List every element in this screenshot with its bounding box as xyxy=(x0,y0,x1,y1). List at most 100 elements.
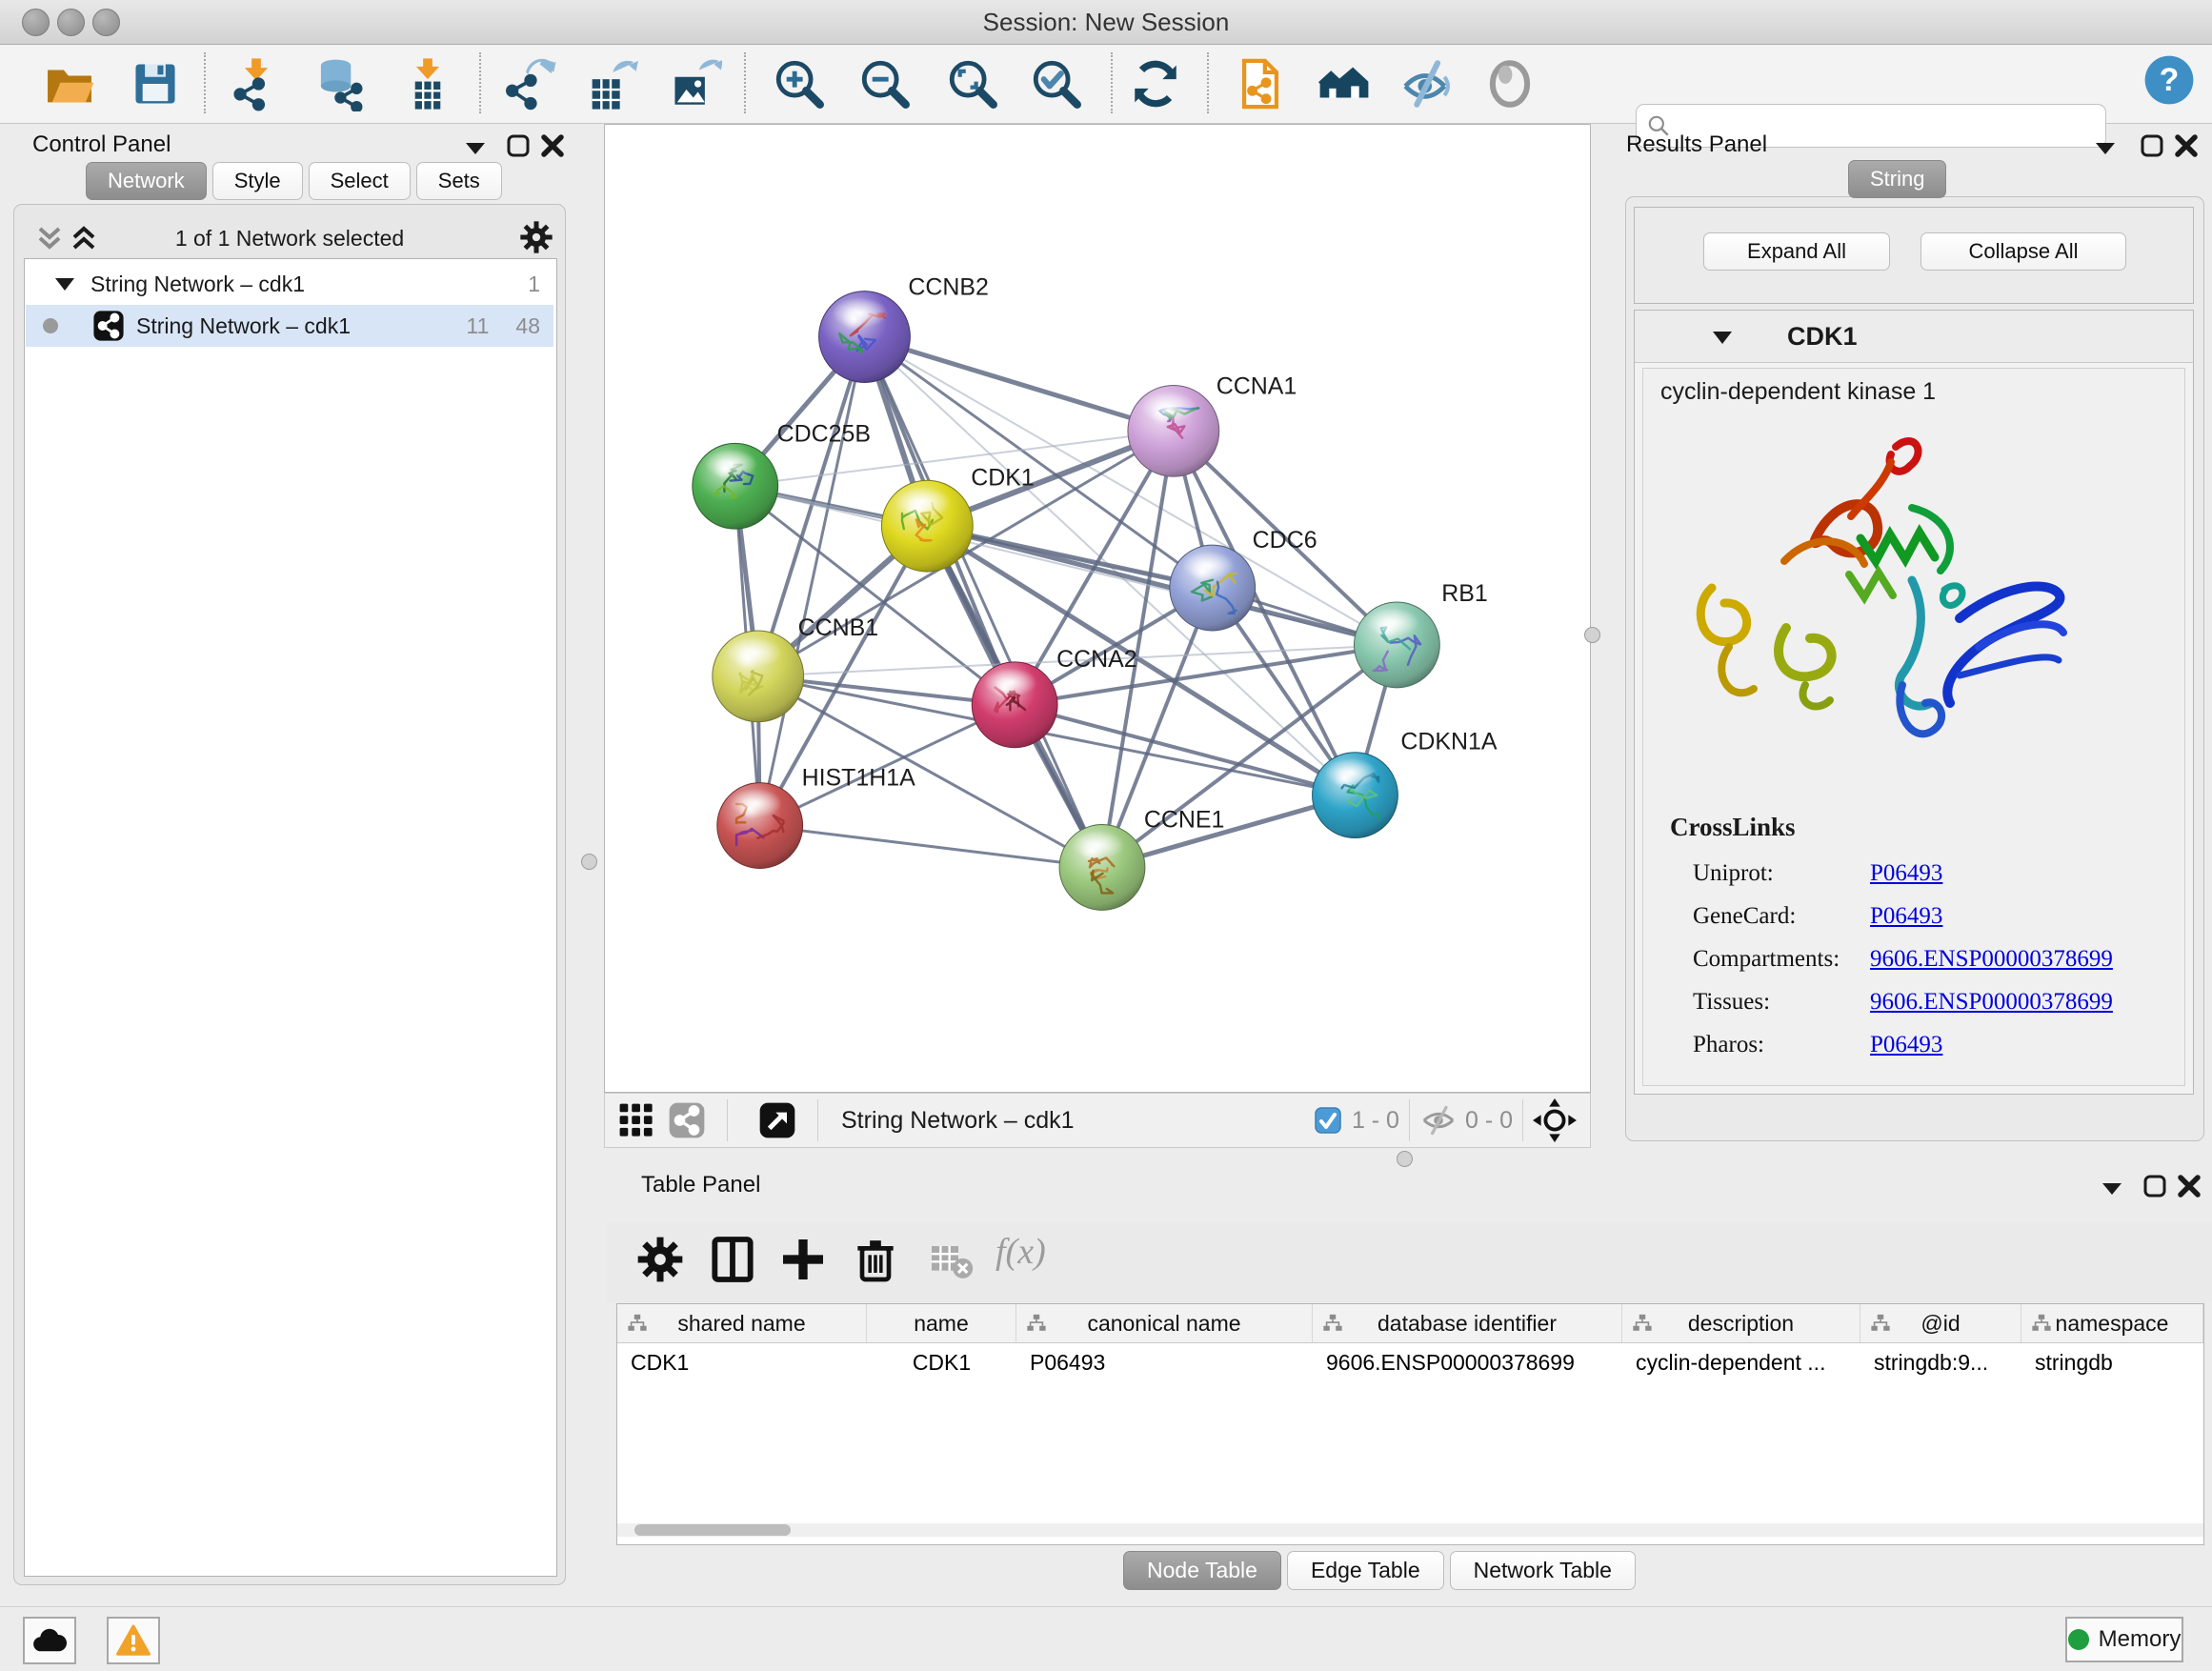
import-table-button[interactable] xyxy=(400,56,455,111)
grid-view-icon[interactable] xyxy=(618,1102,654,1138)
edge-HIST1H1A-CCNE1[interactable] xyxy=(760,826,1102,868)
tab-node-table[interactable]: Node Table xyxy=(1123,1551,1281,1590)
zoom-out-button[interactable] xyxy=(857,56,913,111)
scrollbar-thumb[interactable] xyxy=(634,1524,791,1536)
node-CCNB1[interactable] xyxy=(713,631,804,722)
memory-button[interactable]: Memory xyxy=(2065,1617,2183,1662)
open-in-string-button[interactable] xyxy=(1233,56,1288,111)
table-panel-float-icon[interactable] xyxy=(2142,1174,2167,1198)
export-image-button[interactable] xyxy=(667,56,722,111)
tree-expand-icon[interactable] xyxy=(54,276,75,292)
column-header-namespace[interactable]: namespace xyxy=(2021,1304,2203,1342)
table-h-scrollbar[interactable] xyxy=(617,1523,2203,1537)
column-header-canonical-name[interactable]: canonical name xyxy=(1016,1304,1313,1342)
table-cell-canonical-name[interactable]: P06493 xyxy=(1016,1342,1313,1382)
zoom-fit-button[interactable] xyxy=(945,56,1000,111)
table-panel-menu-icon[interactable] xyxy=(2101,1179,2123,1197)
column-header-name[interactable]: name xyxy=(867,1304,1016,1342)
help-button[interactable]: ? xyxy=(2142,52,2197,108)
table-cell-database-identifier[interactable]: 9606.ENSP00000378699 xyxy=(1313,1342,1622,1382)
node-CCNE1[interactable] xyxy=(1059,825,1145,911)
delete-column-button[interactable] xyxy=(849,1233,902,1286)
column-header-@id[interactable]: @id xyxy=(1860,1304,2021,1342)
node-CDK1[interactable] xyxy=(881,480,973,572)
crosslink-link[interactable]: P06493 xyxy=(1870,903,1942,930)
control-panel-menu-icon[interactable] xyxy=(464,139,487,156)
tab-string[interactable]: String xyxy=(1848,160,1946,198)
network-collection-row[interactable]: String Network – cdk1 1 xyxy=(26,263,553,305)
export-network-button[interactable] xyxy=(503,56,558,111)
warnings-button[interactable] xyxy=(107,1617,160,1664)
table-options-gear-button[interactable] xyxy=(633,1233,687,1286)
node-CCNA1[interactable] xyxy=(1128,385,1219,476)
column-header-database-identifier[interactable]: database identifier xyxy=(1313,1304,1622,1342)
node-CDC6[interactable] xyxy=(1170,545,1256,631)
edge-CCNB2-CCNA1[interactable] xyxy=(864,337,1173,432)
node-CCNB2[interactable] xyxy=(819,292,911,383)
tab-style[interactable]: Style xyxy=(212,162,303,200)
table-cell-description[interactable]: cyclin-dependent ... xyxy=(1622,1342,1860,1382)
bottom-splitter-handle[interactable] xyxy=(1397,1151,1413,1167)
table-cell-name[interactable]: CDK1 xyxy=(867,1342,1016,1382)
tab-select[interactable]: Select xyxy=(309,162,411,200)
save-session-button[interactable] xyxy=(128,56,183,111)
node-HIST1H1A[interactable] xyxy=(717,783,803,869)
open-view-icon[interactable] xyxy=(758,1101,796,1139)
node-CDC25B[interactable] xyxy=(693,443,778,529)
edge-CCNB2-HIST1H1A[interactable] xyxy=(760,337,865,826)
node-RB1[interactable] xyxy=(1354,602,1439,688)
control-panel-float-icon[interactable] xyxy=(506,133,531,158)
network-graph[interactable]: CCNB2CCNA1CDC25BCDK1CDC6RB1CCNB1CCNA2CDK… xyxy=(605,125,1590,1092)
tab-sets[interactable]: Sets xyxy=(416,162,502,200)
column-header-shared-name[interactable]: shared name xyxy=(617,1304,867,1342)
network-view-toolbar: String Network – cdk1 1 - 0 0 - 0 xyxy=(604,1093,1591,1148)
import-network-button[interactable] xyxy=(229,56,284,111)
gene-collapse-icon[interactable] xyxy=(1711,330,1734,347)
import-network-from-database-button[interactable] xyxy=(311,56,366,111)
results-panel-close-icon[interactable] xyxy=(2174,133,2199,158)
export-table-button[interactable] xyxy=(583,56,638,111)
results-panel-menu-icon[interactable] xyxy=(2094,139,2117,156)
tab-network[interactable]: Network xyxy=(86,162,207,200)
network-view-canvas[interactable]: CCNB2CCNA1CDC25BCDK1CDC6RB1CCNB1CCNA2CDK… xyxy=(604,124,1591,1093)
table-cell-namespace[interactable]: stringdb xyxy=(2021,1342,2203,1382)
show-hide-graphics-details-button[interactable] xyxy=(1398,56,1454,111)
crosslink-link[interactable]: P06493 xyxy=(1870,1032,1942,1058)
show-column-button[interactable] xyxy=(706,1233,759,1286)
create-column-button[interactable] xyxy=(776,1233,830,1286)
crosslink-label: Pharos: xyxy=(1693,1032,1870,1058)
hidden-eye-icon[interactable] xyxy=(1419,1105,1458,1136)
results-panel-float-icon[interactable] xyxy=(2140,133,2164,158)
table-cell-shared-name[interactable]: CDK1 xyxy=(617,1342,867,1382)
control-panel-close-icon[interactable] xyxy=(540,133,565,158)
zoom-in-button[interactable] xyxy=(772,56,827,111)
network-share-gray-icon[interactable] xyxy=(668,1101,706,1139)
tab-edge-table[interactable]: Edge Table xyxy=(1287,1551,1444,1590)
open-session-button[interactable] xyxy=(42,56,97,111)
table-panel-close-icon[interactable] xyxy=(2177,1174,2202,1198)
cloud-status-button[interactable] xyxy=(23,1617,76,1664)
control-panel-tabs: NetworkStyleSelectSets xyxy=(86,162,508,200)
selected-checkbox-icon[interactable] xyxy=(1314,1106,1342,1135)
column-header-description[interactable]: description xyxy=(1622,1304,1860,1342)
tab-network-table[interactable]: Network Table xyxy=(1450,1551,1636,1590)
crosslink-link[interactable]: P06493 xyxy=(1870,860,1942,887)
table-cell-@id[interactable]: stringdb:9... xyxy=(1860,1342,2021,1382)
crosslink-link[interactable]: 9606.ENSP00000378699 xyxy=(1870,989,2113,1016)
refresh-button[interactable] xyxy=(1128,56,1183,111)
edge-CDK1-RB1[interactable] xyxy=(927,526,1397,645)
birds-eye-view-toggle-button[interactable] xyxy=(1482,56,1538,111)
network-options-gear-icon[interactable] xyxy=(517,218,555,256)
expand-all-button[interactable]: Expand All xyxy=(1703,232,1890,271)
network-row-selected[interactable]: String Network – cdk1 11 48 xyxy=(26,305,553,347)
crosslink-link[interactable]: 9606.ENSP00000378699 xyxy=(1870,946,2113,973)
left-splitter-handle[interactable] xyxy=(581,854,597,870)
gene-entry-header[interactable]: CDK1 xyxy=(1635,311,2193,363)
collapse-all-button[interactable]: Collapse All xyxy=(1920,232,2126,271)
zoom-selected-button[interactable] xyxy=(1029,56,1084,111)
node-CCNA2[interactable] xyxy=(972,662,1057,748)
fit-selected-crosshair-icon[interactable] xyxy=(1533,1098,1577,1142)
right-splitter-handle[interactable] xyxy=(1584,627,1600,643)
home-button[interactable] xyxy=(1317,56,1372,111)
node-CDKN1A[interactable] xyxy=(1313,753,1398,838)
